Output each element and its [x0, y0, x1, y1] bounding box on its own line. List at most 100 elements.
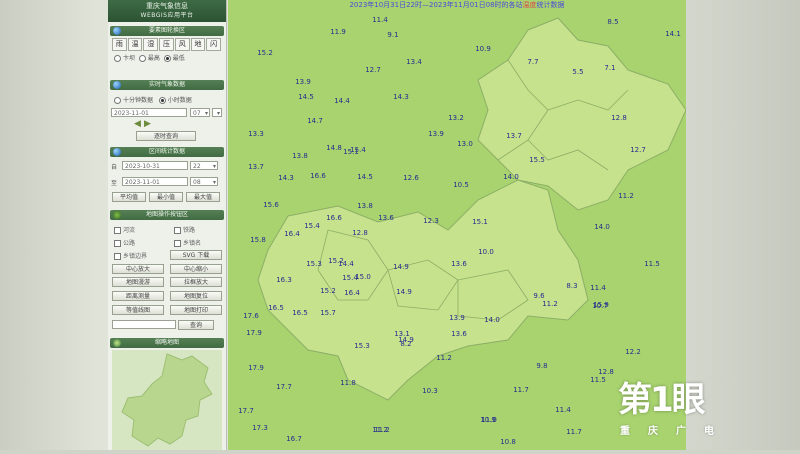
check-road[interactable]: 公路	[114, 238, 135, 247]
station-value: 12.7	[630, 146, 646, 154]
distance-measure-button[interactable]: 距离测量	[112, 291, 164, 301]
map-reset-button[interactable]: 地图复位	[170, 291, 222, 301]
section-title: 地图操作按钮区	[145, 211, 188, 218]
box-zoom-button[interactable]: 拉框放大	[170, 277, 222, 287]
section-title: 实时气象数据	[148, 81, 185, 88]
station-value: 11.7	[566, 428, 582, 436]
check-river[interactable]: 河流	[114, 225, 135, 234]
zoom-out-center-button[interactable]: 中心缩小	[170, 264, 222, 274]
map-print-button[interactable]: 地图打印	[170, 305, 222, 315]
checkbox[interactable]	[174, 227, 181, 234]
interval-from-hour[interactable]: 22	[190, 161, 218, 171]
map-pan-button[interactable]: 地图漫游	[112, 277, 164, 287]
station-value: 14.3	[278, 174, 294, 182]
checkbox[interactable]	[174, 240, 181, 247]
star-icon	[113, 211, 121, 219]
checkbox[interactable]	[114, 253, 121, 260]
station-value: 9.8	[536, 362, 548, 370]
station-value: 16.6	[326, 214, 342, 222]
station-value: 15.0	[355, 273, 371, 281]
svg-download-button[interactable]: SVG 下载	[170, 250, 222, 260]
station-value: 13.9	[295, 78, 311, 86]
realtime-date-input[interactable]: 2023-11-01	[111, 108, 187, 117]
element-tab-rain[interactable]: 雨	[112, 38, 127, 51]
logo-subtitle: WEBGIS应用平台	[140, 12, 194, 19]
hourly-query-button[interactable]: 逐时查询	[136, 131, 196, 141]
search-button[interactable]: 查询	[178, 320, 214, 330]
average-button[interactable]: 平均值	[112, 192, 146, 202]
control-panel: 重庆气象信息 WEBGIS应用平台 要素图轮换区 雨 温 湿 压 风 地 闪 卞…	[108, 0, 227, 450]
thumbnail-map[interactable]	[112, 350, 222, 450]
minimum-button[interactable]: 最小值	[149, 192, 183, 202]
map-icon	[113, 339, 121, 347]
station-value: 11.9	[330, 28, 346, 36]
prev-arrow-icon[interactable]: ◀	[134, 119, 141, 129]
check-town-name[interactable]: 乡镇名	[174, 238, 201, 247]
element-tab-ground[interactable]: 地	[190, 38, 206, 51]
interval-from-date[interactable]: 2023-10-31	[122, 161, 188, 170]
station-value: 12.8	[352, 229, 368, 237]
element-tab-lightning[interactable]: 闪	[206, 38, 222, 51]
station-value: 5.5	[572, 68, 584, 76]
search-input[interactable]	[112, 320, 176, 329]
station-value: 13.6	[451, 330, 467, 338]
maximum-button[interactable]: 最大值	[186, 192, 220, 202]
check-town-border[interactable]: 乡镇边界	[114, 251, 147, 260]
radio-2[interactable]	[138, 55, 146, 62]
radio-label: 最低	[172, 55, 185, 62]
station-value: 13.6	[378, 214, 394, 222]
realtime-hour-select[interactable]: 07	[190, 108, 210, 118]
station-value: 14.0	[503, 173, 519, 181]
radio-1[interactable]	[114, 55, 121, 62]
station-value: 15.3	[354, 342, 370, 350]
station-value: 12.6	[403, 174, 419, 182]
realtime-hour-dropdown[interactable]	[212, 108, 222, 118]
station-value: 13.9	[449, 314, 465, 322]
station-value: 15.3	[306, 260, 322, 268]
radio-3[interactable]	[163, 55, 171, 62]
globe-icon	[113, 148, 121, 156]
station-value: 11.4	[555, 406, 571, 414]
station-value: 13.6	[451, 260, 467, 268]
station-value: 8.3	[566, 282, 578, 290]
station-value: 14.0	[484, 316, 500, 324]
station-value: 17.3	[252, 424, 268, 432]
watermark-channel: 重庆广电	[620, 426, 732, 437]
interval-from-label: 自	[111, 164, 118, 171]
element-tab-temp[interactable]: 温	[127, 38, 143, 51]
element-tab-humidity[interactable]: 湿	[143, 38, 159, 51]
station-value: 12.3	[423, 217, 439, 225]
station-value: 14.7	[307, 117, 323, 125]
station-value: 16.3	[276, 276, 292, 284]
station-value: 11.2	[618, 192, 634, 200]
contour-map-button[interactable]: 等值线图	[112, 305, 164, 315]
station-value: 11.2	[372, 426, 388, 434]
next-arrow-icon[interactable]: ▶	[144, 119, 151, 129]
element-tab-pressure[interactable]: 压	[159, 38, 174, 51]
station-value: 10.5	[453, 181, 469, 189]
interval-to-date[interactable]: 2023-11-01	[122, 177, 188, 186]
element-tab-wind[interactable]: 风	[174, 38, 190, 51]
station-value: 10.9	[475, 45, 491, 53]
station-value: 15.2	[320, 287, 336, 295]
section-title: 要素图轮换区	[148, 27, 185, 34]
interval-to-hour[interactable]: 08	[190, 177, 218, 187]
station-value: 10.0	[478, 248, 494, 256]
station-value: 16.5	[268, 304, 284, 312]
station-value: 17.7	[276, 383, 292, 391]
station-value: 8.2	[400, 340, 412, 348]
checkbox[interactable]	[114, 240, 121, 247]
zoom-in-center-button[interactable]: 中心放大	[112, 264, 164, 274]
station-value: 10.7	[592, 302, 608, 310]
check-label: 乡镇名	[183, 240, 202, 247]
check-label: 乡镇边界	[123, 253, 148, 260]
radio-ten-minute[interactable]	[114, 97, 121, 104]
element-radio-row: 卞坝 最高 最低	[114, 53, 185, 62]
radio-hourly[interactable]	[158, 97, 166, 104]
section-thumbnail: 缩略地图	[110, 338, 224, 348]
section-title: 区间统计数据	[148, 148, 185, 155]
check-railway[interactable]: 铁路	[174, 225, 195, 234]
station-value: 13.7	[248, 163, 264, 171]
station-value: 12.7	[365, 66, 381, 74]
checkbox[interactable]	[114, 227, 121, 234]
